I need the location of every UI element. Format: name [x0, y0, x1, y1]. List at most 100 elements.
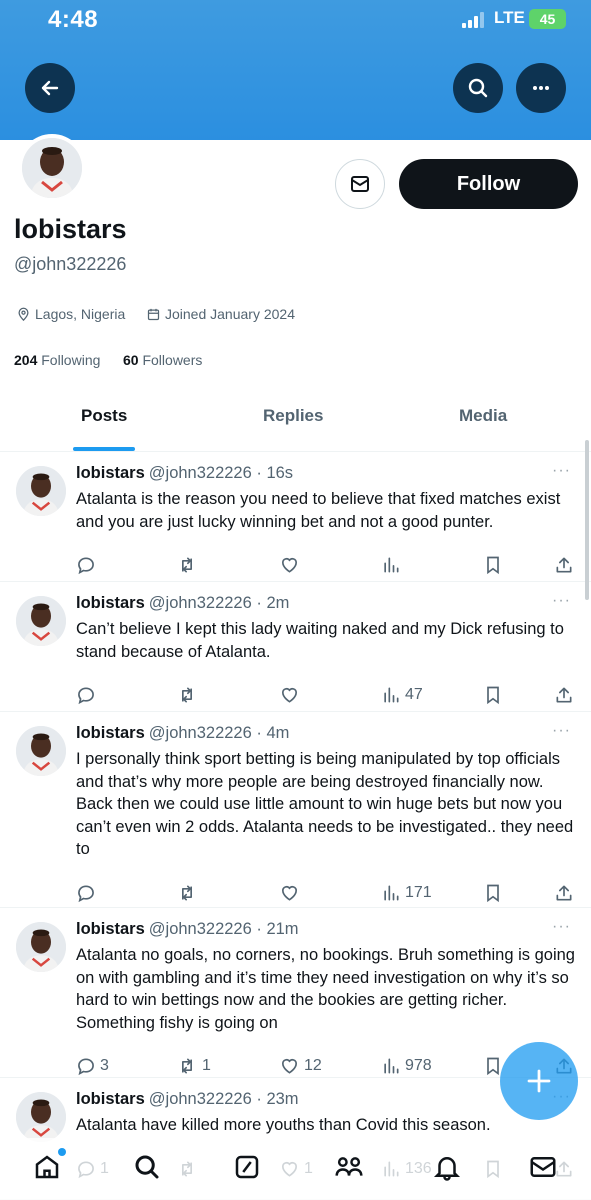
more-icon: ···	[552, 592, 571, 609]
bookmark-icon	[487, 686, 499, 705]
post-author-name[interactable]: lobistars	[76, 920, 145, 938]
post-author-name[interactable]: lobistars	[76, 464, 145, 482]
status-bar: 4:48 LTE 45	[0, 0, 591, 44]
followers-count: 60	[123, 352, 139, 368]
nav-home[interactable]	[32, 1152, 62, 1187]
back-button[interactable]	[25, 63, 75, 113]
repost-button[interactable]	[176, 685, 202, 705]
post-item[interactable]: lobistars @john322226 · 16s ··· Atalanta …	[0, 452, 591, 582]
message-button[interactable]	[335, 159, 385, 209]
following-stat[interactable]: 204 Following	[14, 352, 100, 368]
profile-joined: Joined January 2024	[146, 306, 295, 322]
views-button[interactable]	[381, 555, 405, 575]
share-button[interactable]	[554, 685, 574, 705]
post-author-name[interactable]: lobistars	[76, 1090, 145, 1108]
like-button[interactable]: 12	[279, 1056, 322, 1076]
search-icon	[468, 78, 488, 98]
views-button[interactable]: 978	[381, 1056, 432, 1076]
post-more-button[interactable]: ···	[552, 462, 571, 480]
nav-notifications[interactable]	[432, 1152, 462, 1187]
reply-button[interactable]	[76, 883, 100, 903]
repost-button[interactable]: 1	[176, 1056, 211, 1076]
profile-avatar[interactable]	[18, 134, 86, 202]
reply-button[interactable]: 3	[76, 1056, 109, 1076]
battery-indicator: 45	[529, 9, 566, 29]
views-button[interactable]: 171	[381, 883, 432, 903]
post-more-button[interactable]: ···	[552, 592, 571, 610]
more-icon: ···	[552, 722, 571, 739]
post-meta: @john322226 · 21m	[148, 920, 299, 938]
views-icon	[384, 1058, 399, 1074]
post-author-name[interactable]: lobistars	[76, 724, 145, 742]
joined-text: Joined January 2024	[165, 306, 295, 322]
bottom-navigation	[0, 1138, 591, 1200]
bookmark-button[interactable]	[483, 883, 503, 903]
reply-count: 3	[100, 1057, 109, 1074]
nav-messages[interactable]	[528, 1152, 558, 1187]
tab-media[interactable]: Media	[459, 406, 507, 426]
post-avatar[interactable]	[16, 596, 66, 646]
repost-icon	[182, 687, 192, 703]
reply-icon	[78, 557, 94, 575]
tab-posts[interactable]: Posts	[81, 406, 127, 426]
post-header: lobistars @john322226 · 23m	[76, 1090, 299, 1109]
nav-communities[interactable]	[333, 1152, 365, 1187]
post-avatar[interactable]	[16, 1092, 66, 1142]
avatar-image	[22, 138, 82, 198]
like-button[interactable]	[279, 883, 304, 903]
like-icon	[281, 557, 298, 573]
post-item[interactable]: lobistars @john322226 · 4m ··· I personal…	[0, 712, 591, 908]
post-text: I personally think sport betting is bein…	[76, 750, 574, 858]
more-options-button[interactable]	[516, 63, 566, 113]
nav-explore[interactable]	[132, 1152, 162, 1187]
followers-stat[interactable]: 60 Followers	[123, 352, 202, 368]
search-button[interactable]	[453, 63, 503, 113]
post-author-name[interactable]: lobistars	[76, 594, 145, 612]
home-icon	[35, 1155, 59, 1179]
like-button[interactable]	[279, 555, 304, 575]
post-meta: @john322226 · 4m	[148, 724, 290, 742]
post-item[interactable]: lobistars @john322226 · 2m ··· Can’t beli…	[0, 582, 591, 712]
messages-icon	[530, 1157, 556, 1177]
views-count: 47	[405, 686, 423, 703]
like-button[interactable]	[279, 685, 304, 705]
post-item[interactable]: lobistars @john322226 · 21m ··· Atalanta …	[0, 908, 591, 1078]
post-header: lobistars @john322226 · 4m	[76, 724, 289, 743]
repost-button[interactable]	[176, 883, 202, 903]
compose-post-button[interactable]	[500, 1042, 578, 1120]
bookmark-button[interactable]	[483, 685, 503, 705]
post-more-button[interactable]: ···	[552, 722, 571, 740]
home-unread-dot	[58, 1148, 66, 1156]
repost-count: 1	[202, 1057, 211, 1074]
bookmark-button[interactable]	[483, 555, 503, 575]
reply-icon	[78, 687, 94, 705]
bookmark-icon	[487, 556, 499, 575]
reply-button[interactable]	[76, 555, 100, 575]
follow-button[interactable]: Follow	[399, 159, 578, 209]
nav-grok[interactable]	[232, 1152, 262, 1187]
profile-display-name: lobistars	[14, 214, 127, 244]
repost-button[interactable]	[176, 555, 202, 575]
post-avatar[interactable]	[16, 922, 66, 972]
views-button[interactable]: 47	[381, 685, 423, 705]
back-arrow-icon	[41, 80, 59, 96]
tab-replies[interactable]: Replies	[263, 406, 323, 426]
following-label: Following	[41, 352, 101, 368]
post-avatar[interactable]	[16, 726, 66, 776]
share-icon	[556, 557, 572, 573]
views-icon	[384, 885, 399, 900]
scrollbar[interactable]	[585, 440, 589, 600]
post-avatar[interactable]	[16, 466, 66, 516]
reply-icon	[78, 1058, 94, 1076]
plus-icon	[527, 1069, 551, 1093]
share-icon	[556, 687, 572, 703]
repost-icon	[182, 1058, 192, 1074]
share-button[interactable]	[554, 555, 574, 575]
share-button[interactable]	[554, 883, 574, 903]
views-icon	[384, 557, 399, 573]
post-meta: @john322226 · 23m	[148, 1090, 299, 1108]
more-icon	[533, 86, 549, 90]
post-more-button[interactable]: ···	[552, 918, 571, 936]
reply-button[interactable]	[76, 685, 100, 705]
grok-icon	[235, 1155, 259, 1179]
